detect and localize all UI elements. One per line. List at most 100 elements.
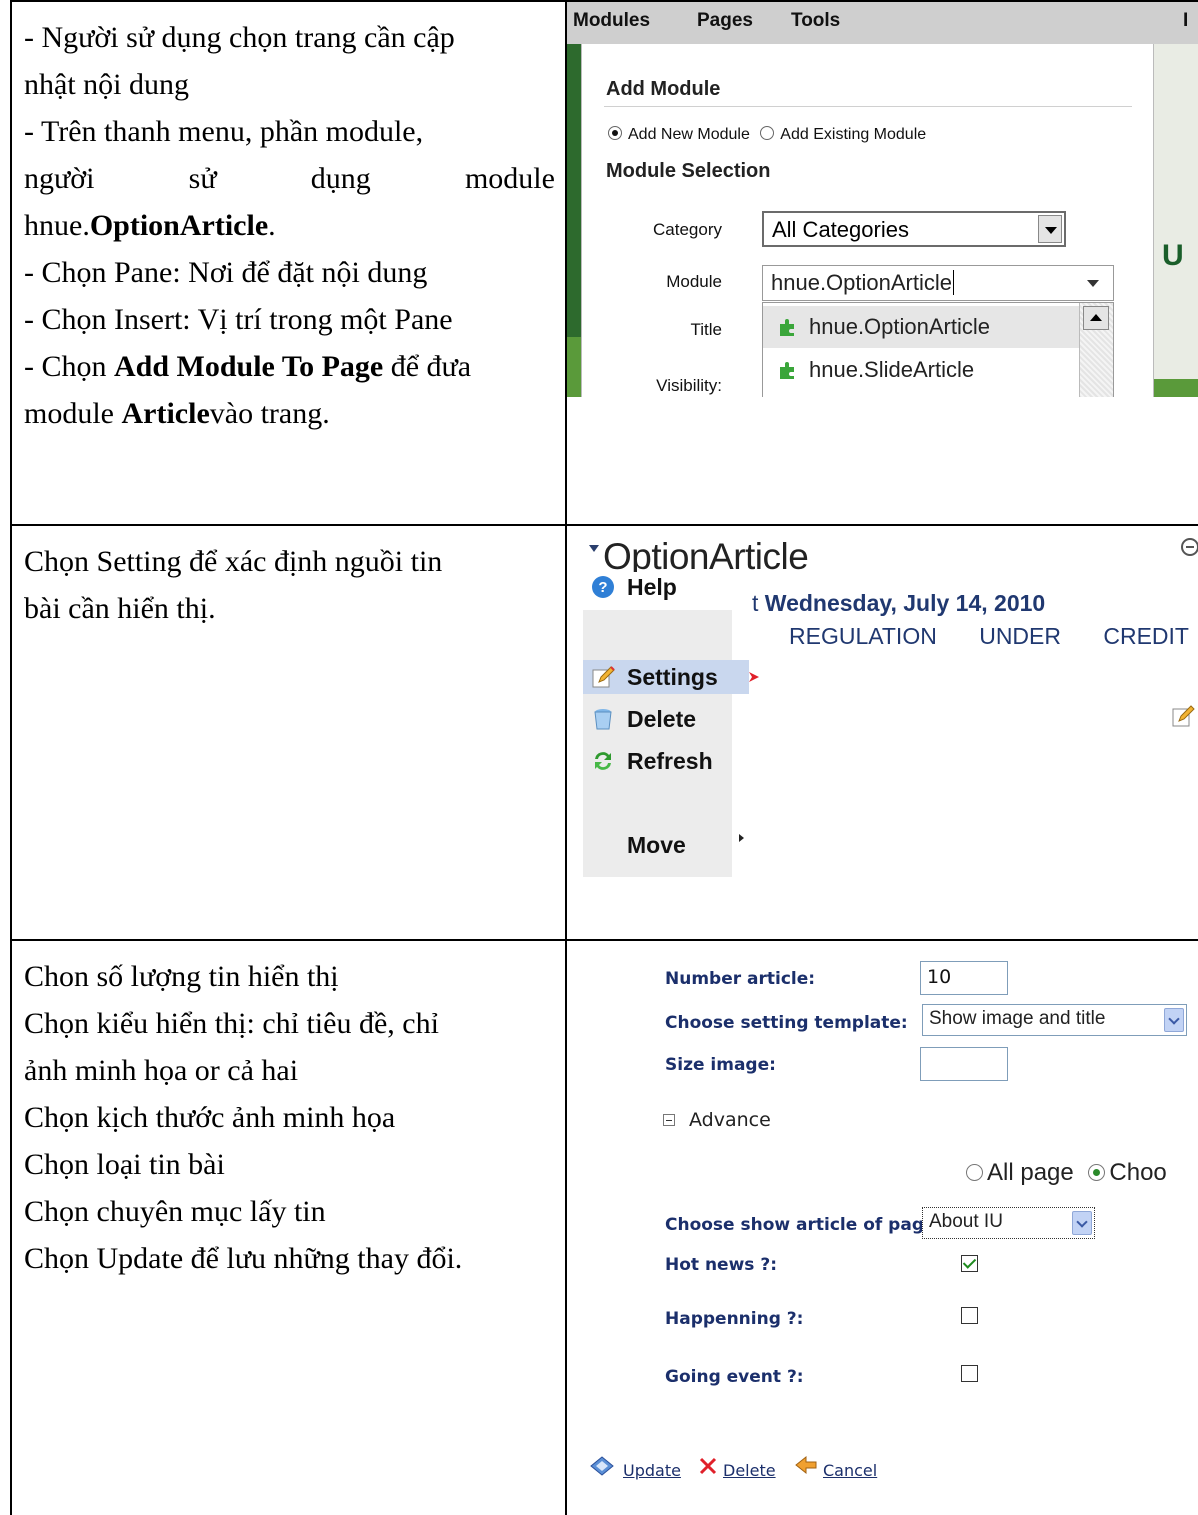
background-strip: U A (1154, 44, 1197, 397)
chevron-down-icon[interactable] (1087, 280, 1099, 287)
category-value: All Categories (772, 217, 909, 242)
screenshot-add-module: Modules Pages Tools I U A Add Module Add… (565, 0, 1198, 526)
hot-news-label: Hot news ?: (665, 1255, 777, 1275)
radio-label: All page (987, 1159, 1074, 1186)
pointer-marker-icon (749, 672, 759, 682)
cancel-link[interactable]: Cancel (823, 1461, 877, 1480)
menu-item-delete[interactable]: Delete (583, 702, 696, 736)
instruction-line: - Chọn Insert: Vị trí trong một Pane (24, 303, 453, 336)
advance-toggle[interactable]: Advance (663, 1109, 771, 1131)
word: sử (188, 162, 217, 195)
instruction-line: module Articlevào trang. (24, 397, 330, 430)
menu-label: Help (627, 574, 677, 600)
word: module (464, 162, 555, 195)
article-headline: REGULATION UNDER CREDIT (789, 623, 1189, 649)
background-strip (568, 337, 581, 397)
edge-letter: A (1154, 379, 1197, 397)
happening-checkbox[interactable] (961, 1307, 978, 1324)
menu-item-move[interactable]: Move (583, 828, 686, 862)
trash-icon (594, 709, 612, 730)
module-dropdown-list: hnue.OptionArticle hnue.SlideArticle (762, 302, 1114, 397)
happening-label: Happenning ?: (665, 1309, 804, 1329)
update-link[interactable]: Update (623, 1461, 681, 1480)
instruction-line: người sử dụng module (24, 155, 555, 202)
row-options: Chon số lượng tin hiển thị Chọn kiểu hiể… (10, 939, 1198, 1515)
chevron-down-icon[interactable] (1072, 1211, 1092, 1235)
radio-add-existing[interactable] (760, 126, 775, 140)
dropdown-option[interactable]: hnue.OptionArticle (763, 306, 1079, 348)
number-article-input[interactable]: 10 (920, 961, 1008, 995)
number-article-label: Number article: (665, 969, 816, 989)
menu-edge: I (1183, 10, 1189, 31)
edit-pencil-icon[interactable] (1171, 704, 1195, 728)
screenshot-settings-menu: OptionArticle t Wednesday, July 14, 2010… (565, 524, 1198, 941)
collapse-icon[interactable] (663, 1114, 675, 1126)
row-settings: Chọn Setting để xác định nguồi tin bài c… (10, 524, 1198, 941)
dropdown-arrow-icon[interactable] (1038, 215, 1062, 243)
page-label: Choose show article of page: (665, 1215, 943, 1235)
word: người (24, 162, 95, 195)
menu-modules[interactable]: Modules (573, 10, 650, 32)
text-cursor (953, 270, 954, 295)
option-label: hnue.SlideArticle (809, 357, 975, 382)
template-select[interactable]: Show image and title (922, 1004, 1187, 1036)
menu-item-settings[interactable]: Settings (583, 660, 749, 694)
going-event-checkbox[interactable] (961, 1365, 978, 1382)
instruction-line: Chọn chuyên mục lấy tin (24, 1195, 326, 1228)
instruction-line: hnue.OptionArticle. (24, 209, 276, 242)
instruction-line: Chon số lượng tin hiển thị (24, 960, 339, 993)
visibility-label: Visibility: (656, 376, 722, 395)
size-image-input[interactable] (920, 1047, 1008, 1081)
cms-menubar: Modules Pages Tools I (568, 3, 1197, 44)
menu-label: Move (627, 832, 686, 858)
menu-label: Settings (627, 664, 718, 690)
radio-all-page[interactable] (966, 1164, 983, 1181)
cancel-arrow-icon (795, 1455, 817, 1475)
select-value: About IU (929, 1211, 1003, 1232)
puzzle-icon (780, 362, 794, 379)
svg-text:?: ? (598, 579, 607, 596)
instruction-line: - Trên thanh menu, phần module, (24, 115, 424, 148)
update-disk-icon (590, 1456, 614, 1476)
chevron-down-icon[interactable] (1164, 1008, 1184, 1032)
advance-label: Advance (689, 1109, 771, 1131)
instruction-line: ảnh minh họa or cả hai (24, 1054, 299, 1087)
instruction-line: - Người sử dụng chọn trang cần cập (24, 21, 455, 54)
instruction-line: Chọn kiểu hiển thị: chỉ tiêu đề, chỉ (24, 1007, 439, 1040)
delete-x-icon (699, 1457, 717, 1475)
article-date: t Wednesday, July 14, 2010 (752, 590, 1046, 616)
menu-tools[interactable]: Tools (791, 10, 840, 32)
menu-label: Refresh (627, 748, 713, 774)
menu-pages[interactable]: Pages (697, 10, 753, 32)
dropdown-scrollbar[interactable] (1079, 303, 1113, 397)
radio-label: Add Existing Module (780, 126, 927, 143)
radio-choose[interactable] (1088, 1164, 1106, 1181)
menu-item-refresh[interactable]: Refresh (583, 744, 713, 778)
size-image-label: Size image: (665, 1055, 776, 1075)
minimize-icon[interactable] (1181, 538, 1197, 556)
collapse-triangle-icon[interactable] (589, 545, 599, 552)
hot-news-checkbox[interactable] (961, 1255, 978, 1272)
instruction-line: - Chọn Pane: Nơi để đặt nội dung (24, 256, 428, 289)
title-label: Title (690, 320, 723, 339)
screenshot-module-settings: Number article: 10 Choose setting templa… (565, 939, 1198, 1515)
category-select[interactable]: All Categories (762, 211, 1066, 247)
scroll-up-icon[interactable] (1083, 306, 1109, 330)
instruction-line: - Chọn Add Module To Page để đưa (24, 350, 472, 383)
radio-add-new[interactable] (608, 126, 622, 140)
dropdown-option[interactable]: hnue.SlideArticle (763, 349, 1079, 391)
help-icon: ? (592, 576, 614, 598)
refresh-icon (595, 752, 611, 770)
menu-item-help[interactable]: ? Help (583, 570, 677, 604)
radio-label: Choo (1109, 1159, 1167, 1186)
edge-letter: U (1162, 239, 1184, 272)
instructions-options: Chon số lượng tin hiển thị Chọn kiểu hiể… (10, 939, 567, 1515)
module-combobox[interactable]: hnue.OptionArticle (762, 265, 1114, 301)
delete-link[interactable]: Delete (723, 1461, 776, 1480)
page-select[interactable]: About IU (922, 1207, 1095, 1239)
option-label: hnue.OptionArticle (809, 314, 990, 339)
module-action-menu: ? Help Settings Delete Refresh Move (583, 570, 749, 877)
edit-pencil-icon (592, 666, 615, 688)
word: dụng (310, 162, 371, 195)
category-label: Category (653, 220, 722, 239)
